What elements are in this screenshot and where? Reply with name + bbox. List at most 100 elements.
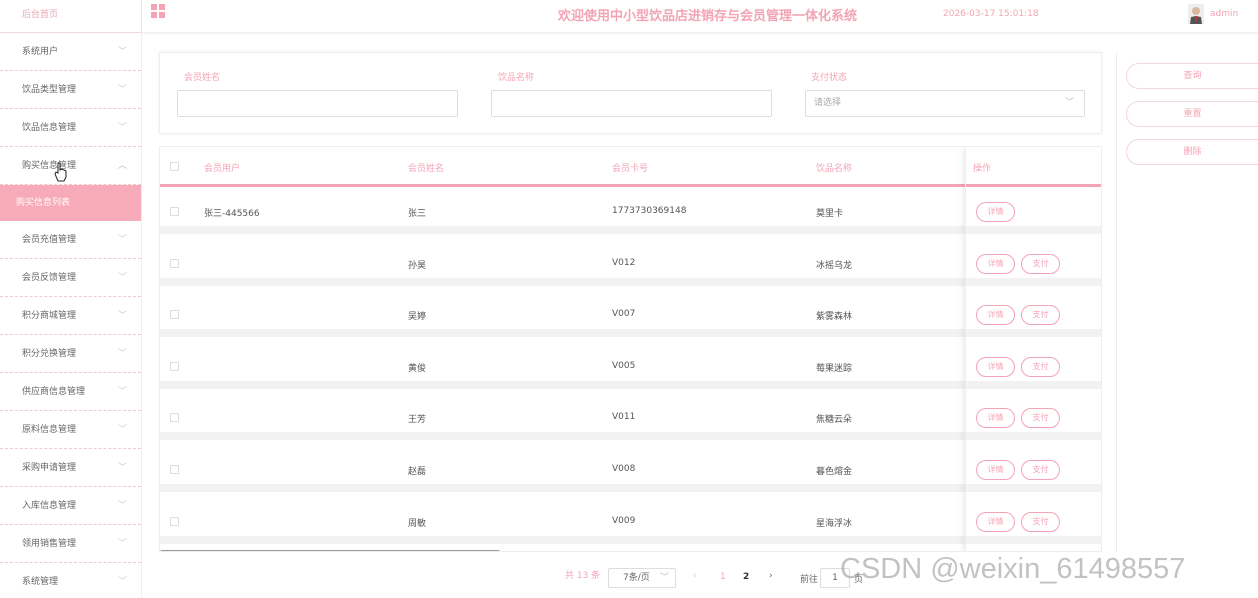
table-header: 会员用户 会员姓名 会员卡号 饮品名称 [160, 147, 1101, 187]
detail-button[interactable]: 详情 [976, 357, 1015, 377]
detail-button[interactable]: 详情 [976, 202, 1015, 222]
sidebar-item-recharge[interactable]: 会员充值管理 ﹀ [0, 221, 141, 259]
col-member-name[interactable]: 会员姓名 [408, 161, 444, 174]
chevron-down-icon: ﹀ [117, 463, 127, 473]
chevron-down-icon: ﹀ [1064, 98, 1074, 108]
sidebar-item-points-mall[interactable]: 积分商城管理 ﹀ [0, 297, 141, 335]
table-row: 王芳 V011 焦糖云朵 [160, 396, 1101, 440]
chevron-down-icon: ﹀ [117, 47, 127, 57]
sidebar: 后台首页 系统用户 ﹀ 饮品类型管理 ﹀ 饮品信息管理 ﹀ 购买信息管理 ︿ 购买信息列… [0, 0, 142, 598]
query-button[interactable]: 查询 [1126, 63, 1258, 89]
chevron-down-icon: ﹀ [117, 311, 127, 321]
sidebar-item-points-exchange[interactable]: 积分兑换管理 ﹀ [0, 335, 141, 373]
chevron-down-icon: ﹀ [117, 387, 127, 397]
detail-button[interactable]: 详情 [976, 254, 1015, 274]
detail-button[interactable]: 详情 [976, 305, 1015, 325]
cell-drink-name: 焦糖云朵 [816, 415, 853, 425]
pay-status-placeholder: 请选择 [814, 98, 842, 108]
col-card-number[interactable]: 会员卡号 [612, 161, 648, 174]
cell-member-name: 张三 [408, 209, 427, 219]
row-checkbox[interactable] [170, 259, 179, 268]
page-2[interactable]: 2 [743, 572, 749, 582]
purchase-table: 会员用户 会员姓名 会员卡号 饮品名称 张三-445566 张三 177373036… [159, 146, 1102, 552]
pay-button[interactable]: 支付 [1021, 254, 1060, 274]
table-row: 黄俊 V005 莓果迷踪 [160, 345, 1101, 389]
pay-button[interactable]: 支付 [1021, 512, 1060, 532]
pay-button[interactable]: 支付 [1021, 408, 1060, 428]
chevron-up-icon: ︿ [117, 161, 127, 171]
cell-card-number: V008 [612, 464, 636, 474]
row-checkbox[interactable] [170, 517, 179, 526]
page-1[interactable]: 1 [720, 572, 726, 582]
cell-card-number: V011 [612, 412, 636, 422]
chevron-down-icon: ﹀ [117, 273, 127, 283]
horizontal-scrollbar[interactable] [160, 550, 500, 551]
row-checkbox[interactable] [170, 207, 179, 216]
page-size-select[interactable]: 7条/页 ﹀ [608, 568, 676, 588]
header-username[interactable]: admin [1210, 9, 1238, 19]
sidebar-item-label: 领用销售管理 [22, 539, 77, 549]
cell-card-number: V009 [612, 516, 636, 526]
sidebar-item-label: 采购申请管理 [22, 463, 77, 473]
reset-button[interactable]: 重置 [1126, 101, 1258, 127]
cell-drink-name: 紫雾森林 [816, 312, 853, 322]
delete-button[interactable]: 删除 [1126, 139, 1258, 165]
sidebar-item-procurement[interactable]: 采购申请管理 ﹀ [0, 449, 141, 487]
col-member-user[interactable]: 会员用户 [204, 161, 240, 174]
detail-button[interactable]: 详情 [976, 512, 1015, 532]
select-all-checkbox[interactable] [170, 162, 179, 171]
member-name-input[interactable] [177, 90, 458, 117]
pay-button[interactable]: 支付 [1021, 305, 1060, 325]
cell-drink-name: 暮色熔金 [816, 467, 853, 477]
sidebar-item-purchase[interactable]: 购买信息管理 ︿ [0, 147, 141, 185]
sidebar-item-system-admin[interactable]: 系统管理 ﹀ [0, 563, 141, 598]
sidebar-item-label: 积分商城管理 [22, 311, 77, 321]
row-checkbox[interactable] [170, 465, 179, 474]
cell-member-user: 张三-445566 [204, 209, 260, 219]
sidebar-item-inbound[interactable]: 入库信息管理 ﹀ [0, 487, 141, 525]
sidebar-item-label: 入库信息管理 [22, 501, 77, 511]
drink-name-input[interactable] [491, 90, 772, 117]
pay-button[interactable]: 支付 [1021, 357, 1060, 377]
table-row: 吴婷 V007 紫雾森林 [160, 293, 1101, 337]
detail-button[interactable]: 详情 [976, 408, 1015, 428]
col-drink-name[interactable]: 饮品名称 [816, 161, 852, 174]
cell-member-name: 王芳 [408, 415, 427, 425]
sidebar-item-material[interactable]: 原料信息管理 ﹀ [0, 411, 141, 449]
header-datetime: 2026-03-17 15:01:18 [943, 9, 1039, 19]
prev-page-icon[interactable]: ‹ [693, 571, 697, 581]
row-checkbox[interactable] [170, 310, 179, 319]
sidebar-item-label: 系统管理 [22, 577, 59, 587]
avatar[interactable] [1188, 4, 1204, 24]
table-row: 赵磊 V008 暮色熔金 [160, 448, 1101, 492]
chevron-down-icon: ﹀ [117, 123, 127, 133]
sidebar-item-system-users[interactable]: 系统用户 ﹀ [0, 33, 141, 71]
sidebar-item-label: 原料信息管理 [22, 425, 77, 435]
sidebar-home[interactable]: 后台首页 [0, 0, 141, 33]
operation-column: 操作 详情 详情 支付 详情 支付 详情 支付 详情 支付 详情 支付 详情 支付 [965, 147, 1101, 551]
top-header: 欢迎使用中小型饮品店进销存与会员管理一体化系统 2026-03-17 15:01… [142, 0, 1258, 33]
chevron-down-icon: ﹀ [117, 235, 127, 245]
sidebar-item-sales[interactable]: 领用销售管理 ﹀ [0, 525, 141, 563]
menu-grid-icon[interactable] [151, 4, 165, 18]
sidebar-subitem-purchase-list[interactable]: 购买信息列表 [0, 185, 141, 221]
next-page-icon[interactable]: › [769, 571, 773, 581]
sidebar-item-label: 饮品类型管理 [22, 85, 77, 95]
row-checkbox[interactable] [170, 413, 179, 422]
pay-button[interactable]: 支付 [1021, 460, 1060, 480]
sidebar-item-label: 饮品信息管理 [22, 123, 77, 133]
chevron-down-icon: ﹀ [117, 349, 127, 359]
pagination-total: 共 13 条 [565, 571, 601, 581]
row-checkbox[interactable] [170, 362, 179, 371]
chevron-down-icon: ﹀ [117, 425, 127, 435]
sidebar-item-label: 系统用户 [22, 47, 59, 57]
chevron-down-icon: ﹀ [117, 577, 127, 587]
cell-drink-name: 莫里卡 [816, 209, 844, 219]
sidebar-item-drink-types[interactable]: 饮品类型管理 ﹀ [0, 71, 141, 109]
cell-card-number: V012 [612, 258, 636, 268]
pay-status-select[interactable]: 请选择 ﹀ [805, 90, 1085, 117]
sidebar-item-supplier[interactable]: 供应商信息管理 ﹀ [0, 373, 141, 411]
sidebar-item-drink-info[interactable]: 饮品信息管理 ﹀ [0, 109, 141, 147]
sidebar-item-feedback[interactable]: 会员反馈管理 ﹀ [0, 259, 141, 297]
detail-button[interactable]: 详情 [976, 460, 1015, 480]
